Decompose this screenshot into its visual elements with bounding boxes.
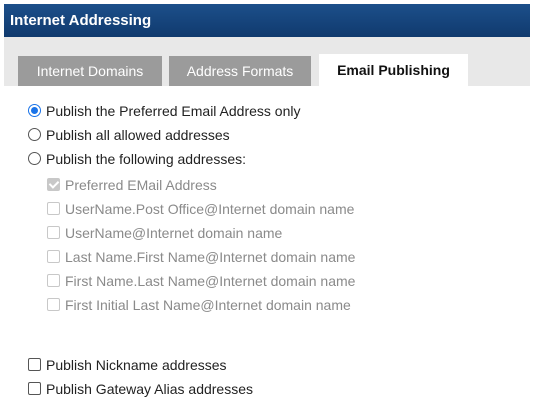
radio-following-label: Publish the following addresses:	[46, 151, 247, 167]
window-title: Internet Addressing	[10, 12, 152, 29]
checkbox-last-first[interactable]	[47, 250, 60, 263]
tab-address-formats[interactable]: Address Formats	[169, 56, 311, 86]
checkbox-nickname-label: Publish Nickname addresses	[46, 357, 227, 373]
radio-all-allowed-label: Publish all allowed addresses	[46, 127, 230, 143]
checkbox-preferred-email-label: Preferred EMail Address	[65, 177, 217, 193]
checkbox-last-first-label: Last Name.First Name@Internet domain nam…	[65, 249, 356, 265]
tab-internet-domains[interactable]: Internet Domains	[18, 56, 162, 86]
checkbox-username-label: UserName@Internet domain name	[65, 225, 283, 241]
radio-all-allowed[interactable]	[28, 128, 41, 141]
title-bar: Internet Addressing	[4, 4, 530, 37]
checkbox-preferred-email[interactable]	[47, 178, 60, 191]
radio-preferred-only[interactable]	[28, 104, 41, 117]
tab-strip: Internet Domains Address Formats Email P…	[4, 37, 530, 86]
radio-preferred-only-label: Publish the Preferred Email Address only	[46, 103, 301, 119]
checkbox-initial-last-label: First Initial Last Name@Internet domain …	[65, 297, 351, 313]
checkbox-username[interactable]	[47, 226, 60, 239]
checkbox-gateway-alias-label: Publish Gateway Alias addresses	[46, 381, 253, 397]
email-publishing-panel: Publish the Preferred Email Address only…	[4, 86, 530, 402]
checkbox-first-last-label: First Name.Last Name@Internet domain nam…	[65, 273, 356, 289]
radio-following[interactable]	[28, 152, 41, 165]
checkbox-initial-last[interactable]	[47, 298, 60, 311]
checkbox-first-last[interactable]	[47, 274, 60, 287]
checkbox-username-postoffice-label: UserName.Post Office@Internet domain nam…	[65, 201, 355, 217]
checkbox-gateway-alias[interactable]	[28, 382, 41, 395]
checkbox-nickname[interactable]	[28, 358, 41, 371]
tab-email-publishing[interactable]: Email Publishing	[319, 54, 468, 86]
checkbox-username-postoffice[interactable]	[47, 202, 60, 215]
